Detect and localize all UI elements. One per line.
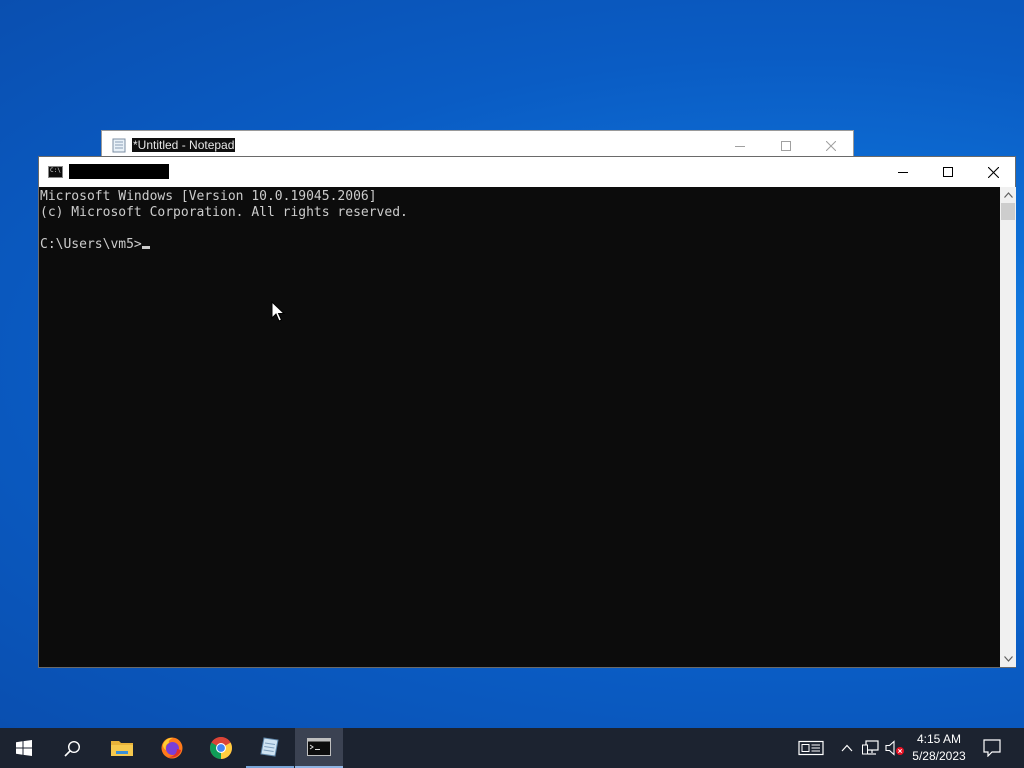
cmd-close-button[interactable] [970, 157, 1016, 187]
windows-icon [16, 740, 32, 756]
clock-date: 5/28/2023 [912, 749, 966, 763]
console-line: Microsoft Windows [Version 10.0.19045.20… [40, 189, 377, 204]
news-button[interactable] [796, 728, 826, 768]
notepad-title: *Untitled - Notepad [132, 138, 236, 152]
clock[interactable]: 4:15 AM 5/28/2023 [906, 728, 972, 768]
scrollbar-thumb[interactable] [1001, 203, 1015, 220]
mouse-pointer-icon [271, 301, 285, 322]
cmd-title [69, 164, 169, 179]
taskbar-chrome[interactable] [197, 728, 245, 768]
cmd-icon: C:\ [48, 166, 63, 178]
close-icon [826, 140, 836, 151]
console-line: (c) Microsoft Corporation. All rights re… [40, 205, 408, 220]
chevron-up-icon [1003, 192, 1013, 198]
search-button[interactable] [48, 728, 96, 768]
cmd-titlebar[interactable]: C:\ [39, 157, 1015, 187]
notepad-icon [112, 138, 126, 153]
close-icon [987, 166, 999, 178]
chevron-up-icon [841, 744, 853, 752]
network-icon [862, 740, 879, 755]
action-center-button[interactable] [976, 728, 1008, 768]
console-prompt: C:\Users\vm5> [40, 237, 142, 252]
cmd-minimize-button[interactable] [880, 157, 926, 187]
console-prompt-line: C:\Users\vm5> [40, 237, 999, 253]
console-output[interactable]: Microsoft Windows [Version 10.0.19045.20… [39, 187, 999, 667]
taskbar: 4:15 AM 5/28/2023 [0, 728, 1024, 768]
maximize-icon [781, 140, 791, 151]
minimize-icon [898, 172, 908, 173]
network-button[interactable] [860, 728, 882, 768]
volume-button[interactable] [884, 728, 906, 768]
clock-time: 4:15 AM [916, 732, 962, 746]
cmd-maximize-button[interactable] [925, 157, 971, 187]
cmd-window[interactable]: C:\ Microsoft Windows [Version 10.0.1904… [38, 156, 1016, 668]
scroll-up-button[interactable] [1000, 187, 1016, 203]
firefox-icon [161, 737, 183, 759]
show-hidden-icons-button[interactable] [838, 728, 856, 768]
maximize-icon [943, 167, 953, 177]
cmd-icon-text: C:\ [50, 167, 61, 174]
scroll-down-button[interactable] [1000, 651, 1016, 667]
vertical-scrollbar[interactable] [1000, 187, 1016, 667]
taskbar-file-explorer[interactable] [98, 728, 146, 768]
start-button[interactable] [0, 728, 48, 768]
taskbar-command-prompt[interactable] [295, 728, 343, 768]
folder-icon [111, 741, 133, 756]
chrome-icon [210, 737, 232, 759]
notification-icon [983, 739, 1001, 757]
taskbar-notepad[interactable] [246, 728, 294, 768]
taskbar-firefox[interactable] [148, 728, 196, 768]
minimize-icon [735, 145, 745, 147]
cmd-icon [307, 738, 331, 756]
news-icon [798, 740, 824, 756]
search-icon [63, 740, 80, 757]
chevron-down-icon [1003, 656, 1013, 662]
notepad-icon [260, 737, 279, 757]
desktop: *Untitled - Notepad C:\ Microsoft Window… [0, 0, 1024, 728]
text-cursor [141, 246, 150, 249]
volume-muted-icon [885, 740, 904, 756]
